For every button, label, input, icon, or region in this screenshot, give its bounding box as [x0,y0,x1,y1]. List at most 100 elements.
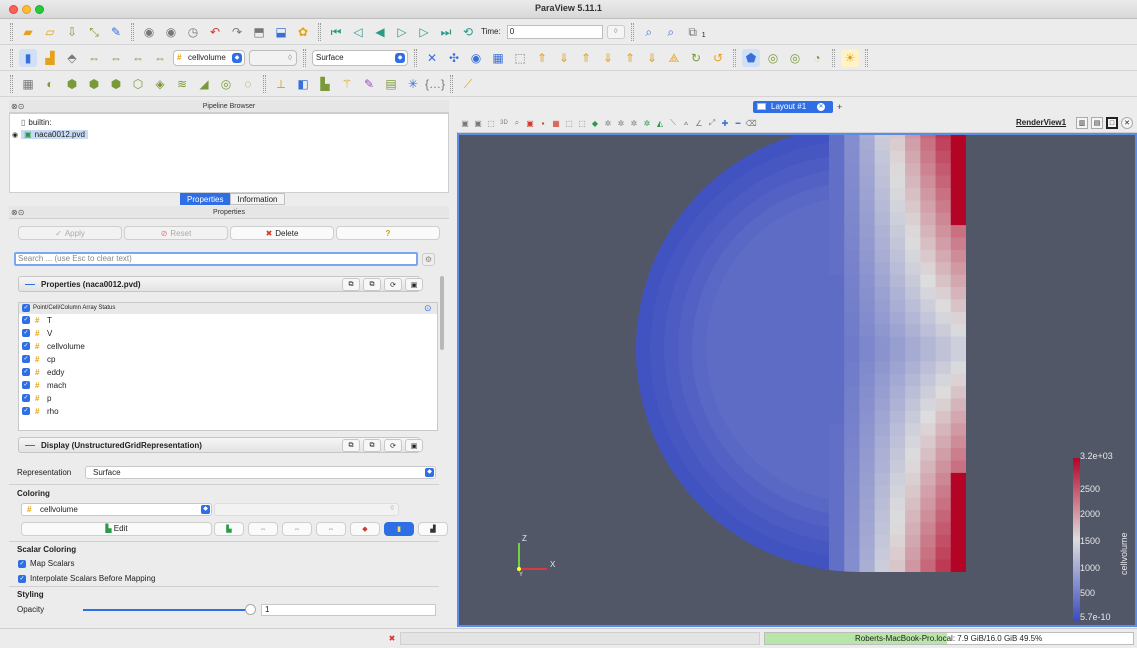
close-icon[interactable]: ⊗⊙ [11,208,24,217]
save-data-icon[interactable]: ⇩ [63,23,81,41]
clear-selection-icon[interactable]: ⟍ [667,117,679,129]
coloring-dropdown[interactable]: # cellvolume ◆ [21,503,212,516]
rotate-plus-90-icon[interactable]: ↻ [687,49,705,67]
extract-level-icon[interactable]: ◌ [239,75,257,93]
zoom-icon[interactable]: ⌕ [511,117,523,129]
find-data-icon[interactable]: ◎ [764,49,782,67]
eye-icon[interactable]: ◉ [12,131,18,139]
load-state-icon[interactable]: ◉ [162,23,180,41]
close-icon[interactable]: ⊗⊙ [11,102,24,111]
interpolate-scalars-checkbox[interactable]: ✓ Interpolate Scalars Before Mapping [18,574,155,583]
restore-icon[interactable]: ⟳ [384,439,402,452]
toggle-3d-icon[interactable]: 3D [498,117,510,129]
group-datasets-icon[interactable]: ◎ [217,75,235,93]
remove-icon[interactable]: ━ [732,117,744,129]
play-icon[interactable]: ▷ [393,23,411,41]
camera-undo-icon[interactable]: ⬒ [250,23,268,41]
invert-colormap-icon[interactable]: ◆ [350,522,380,536]
pipeline-item-builtin[interactable]: ▯ builtin: [21,118,52,127]
select-blocks-icon[interactable]: ◆ [589,117,601,129]
list-item[interactable]: ✓ # eddy [19,366,437,379]
hover-points-icon[interactable]: ◎ [786,49,804,67]
opacity-slider-handle[interactable] [245,604,256,615]
array-checkbox[interactable]: ✓ [22,316,30,324]
previous-frame-icon[interactable]: ◁ [349,23,367,41]
redo-icon[interactable]: ↷ [228,23,246,41]
interactive-select-icon[interactable]: ✲ [602,117,614,129]
gear-icon[interactable]: ⚙ [422,253,435,266]
delete-button[interactable]: ✖ Delete [230,226,334,240]
split-horizontal-icon[interactable]: ▥ [1076,117,1088,129]
opacity-slider-track[interactable] [83,609,253,611]
timestep-icon[interactable]: ⧉ [684,23,702,41]
add-layout-button[interactable]: + [837,101,842,113]
list-item[interactable]: ✓ # V [19,327,437,340]
zoom-to-box-icon[interactable]: ⌕ [662,23,680,41]
plot-selection-icon[interactable]: ◧ [294,75,312,93]
array-checkbox[interactable]: ✓ [22,329,30,337]
hover-cells-icon[interactable]: ✲ [628,117,640,129]
plot-over-line-icon[interactable]: ⟂ [272,75,290,93]
reset-view-icon[interactable]: ⬚ [485,117,497,129]
shrink-selection-icon[interactable]: ◭ [654,117,666,129]
view-minus-x-icon[interactable]: ⇓ [555,49,573,67]
view-plus-x-icon[interactable]: ⇑ [533,49,551,67]
grow-selection-icon[interactable]: ✲ [641,117,653,129]
color-legend-icon[interactable]: ▟ [41,49,59,67]
maximize-icon[interactable]: □ [1106,117,1118,129]
selection-icon[interactable]: ⬟ [742,48,760,67]
reset-button[interactable]: ⊘ Reset [124,226,228,240]
view-plus-y-icon[interactable]: ⇑ [577,49,595,67]
hover-cells-icon[interactable]: ◔ [808,49,826,67]
zoom-to-data-icon[interactable]: ⌕ [640,23,658,41]
rescale-data-range-icon[interactable]: ⇔ [248,522,278,536]
palette-icon[interactable]: ✿ [294,23,312,41]
descriptive-statistics-icon[interactable]: ✎ [360,75,378,93]
reset-camera-closest-icon[interactable]: ✣ [445,49,463,67]
last-frame-icon[interactable]: ⏭ [437,23,455,41]
zoom-closest-icon[interactable]: ▦ [489,49,507,67]
python-calculator-icon[interactable]: ⚚ [338,75,356,93]
pipeline-item-source[interactable]: ◉ ▣ naca0012.pvd [12,130,88,139]
edit-colormap-button[interactable]: ▙ Edit [21,522,212,536]
open-file-icon[interactable]: ▰ [19,23,37,41]
color-map-icon[interactable]: ▮ [19,48,37,67]
apply-button[interactable]: ✓ Apply [18,226,122,240]
rescale-custom-range-icon[interactable]: ⇔ [282,522,312,536]
copy-icon[interactable]: ⧉ [342,278,360,291]
undo-icon[interactable]: ↶ [206,23,224,41]
list-item[interactable]: ✓ # p [19,392,437,405]
edit-color-map-icon[interactable]: ⬘ [63,49,81,67]
edit-camera-icon[interactable]: ⤢ [706,117,718,129]
connect-icon[interactable]: ⤡ [85,23,103,41]
time-input[interactable]: 0 [506,24,603,39]
isometric-view-icon[interactable]: ⟁ [665,49,683,67]
list-item[interactable]: ✓ # cp [19,353,437,366]
reset-camera-icon[interactable]: ✕ [423,49,441,67]
warp-icon[interactable]: ◢ [195,75,213,93]
render-view-name[interactable]: RenderView1 [1016,118,1066,127]
ruler-icon[interactable]: ⟋ [459,75,477,93]
python-shell-icon[interactable]: {…} [425,75,445,93]
close-icon[interactable]: ✕ [817,103,825,111]
show-color-legend-icon[interactable]: ▮ [384,522,414,536]
toolbar-grip[interactable] [10,74,13,93]
render-viewport[interactable]: Z X Y [457,133,1137,627]
first-frame-icon[interactable]: ⏮ [327,23,345,41]
array-checkbox[interactable]: ✓ [22,394,30,402]
ruler-icon[interactable]: ⟑ [680,117,692,129]
rescale-temporal-range-icon[interactable]: ⇔ [316,522,346,536]
rescale-custom-range-icon[interactable]: ⇔ [107,49,125,67]
choose-preset-icon[interactable]: ▙ [214,522,244,536]
hover-points-icon[interactable]: ✲ [615,117,627,129]
select-cells-on-icon[interactable]: ▣ [524,117,536,129]
time-spinner[interactable]: ◊ [606,24,625,39]
list-item[interactable]: ✓ # cellvolume [19,340,437,353]
slice-icon[interactable]: ⬢ [85,75,103,93]
options-icon[interactable]: ⊙ [424,303,432,314]
properties-scrollbar[interactable] [440,276,444,350]
paste-icon[interactable]: ⧉ [363,278,381,291]
view-minus-y-icon[interactable]: ⇓ [599,49,617,67]
tab-layout-1[interactable]: Layout #1 ✕ [753,101,833,113]
disconnect-icon[interactable]: ✎ [107,23,125,41]
